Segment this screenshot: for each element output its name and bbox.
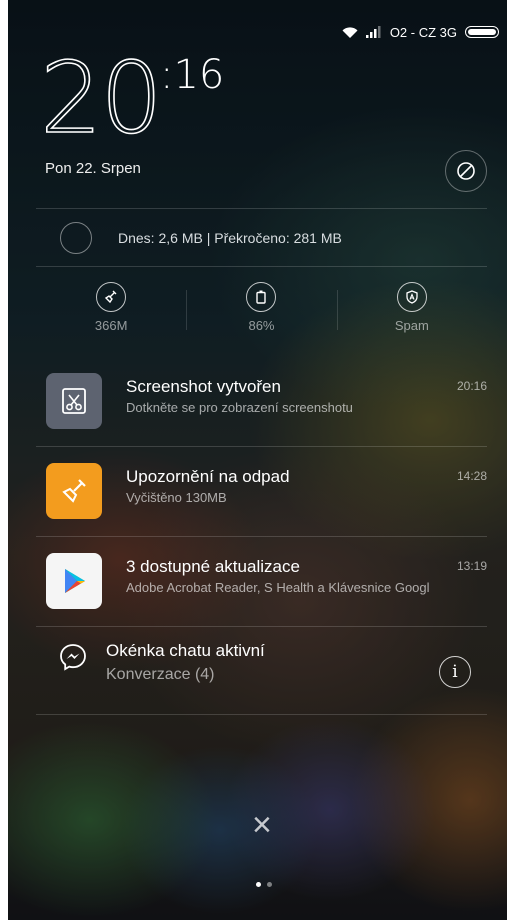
page-indicator — [256, 882, 272, 887]
notification-shade: O2 - CZ 3G 20 :16 Pon 22. Srpen Dnes: 2,… — [8, 0, 507, 920]
frame-right — [507, 0, 515, 920]
divider — [36, 714, 487, 715]
divider — [36, 536, 487, 537]
signal-icon — [365, 26, 382, 38]
do-not-disturb-button[interactable] — [445, 150, 487, 192]
notification-chat-heads[interactable]: Okénka chatu aktivní Konverzace (4) i — [38, 638, 487, 698]
do-not-disturb-icon — [457, 162, 475, 180]
broom-icon — [96, 282, 127, 312]
carrier-label: O2 - CZ 3G — [389, 24, 457, 40]
battery-icon — [246, 282, 277, 312]
shield-icon — [396, 282, 427, 312]
battery-icon — [465, 26, 499, 38]
notification-subtitle: Vyčištěno 130MB — [126, 490, 227, 505]
data-usage-text: Dnes: 2,6 MB | Překročeno: 281 MB — [118, 230, 342, 246]
notification-subtitle: Adobe Acrobat Reader, S Health a Klávesn… — [126, 580, 430, 595]
chat-title: Okénka chatu aktivní — [106, 641, 265, 660]
notification-subtitle: Dotkněte se pro zobrazení screenshotu — [126, 400, 353, 415]
clock-minutes: :16 — [160, 52, 225, 98]
quick-tools: 366M 86% Spam — [36, 282, 487, 342]
tool-spam[interactable]: Spam — [336, 282, 487, 342]
divider — [36, 626, 487, 627]
data-usage-row[interactable]: Dnes: 2,6 MB | Překročeno: 281 MB — [60, 222, 342, 254]
notification-updates[interactable]: 3 dostupné aktualizace Adobe Acrobat Rea… — [38, 553, 487, 641]
status-bar: O2 - CZ 3G — [342, 22, 499, 42]
tool-battery-label: 86% — [248, 318, 275, 333]
divider — [36, 266, 487, 267]
page-dot-active — [256, 882, 261, 887]
cleaner-icon — [46, 463, 102, 519]
chat-subtitle: Konverzace (4) — [106, 666, 215, 683]
notification-time: 20:16 — [456, 379, 487, 393]
data-usage-ring-icon — [60, 222, 92, 254]
notification-time: 13:19 — [456, 559, 487, 573]
clear-all-button[interactable]: × — [252, 806, 272, 845]
date-label: Pon 22. Srpen — [45, 160, 141, 177]
frame-left — [0, 0, 8, 920]
messenger-icon — [58, 642, 88, 677]
divider — [36, 446, 487, 447]
play-store-icon — [46, 553, 102, 609]
notification-title: Upozornění na odpad — [126, 467, 290, 486]
info-button[interactable]: i — [439, 656, 471, 688]
tool-battery[interactable]: 86% — [186, 282, 336, 342]
clock-hours: 20 — [39, 42, 163, 156]
tool-cleaner-label: 366M — [94, 318, 128, 333]
screenshot-icon — [46, 373, 102, 429]
clock: 20 :16 — [39, 42, 224, 156]
notification-time: 14:28 — [456, 469, 487, 483]
notification-screenshot[interactable]: Screenshot vytvořen Dotkněte se pro zobr… — [38, 373, 487, 461]
notification-title: 3 dostupné aktualizace — [126, 557, 300, 576]
notification-title: Screenshot vytvořen — [126, 377, 281, 396]
divider — [36, 208, 487, 209]
tool-spam-label: Spam — [394, 318, 429, 333]
wifi-icon — [342, 26, 358, 39]
tool-cleaner[interactable]: 366M — [36, 282, 186, 342]
page-dot — [267, 882, 272, 887]
notification-cleaner[interactable]: Upozornění na odpad Vyčištěno 130MB 14:2… — [38, 463, 487, 551]
